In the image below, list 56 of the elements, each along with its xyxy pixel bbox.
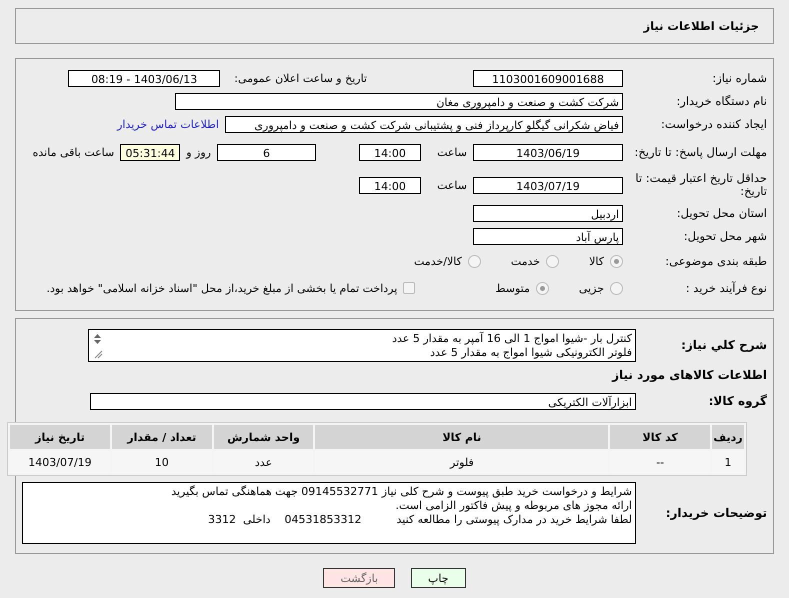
field-label: مهلت ارسال پاسخ: تا تاریخ:: [633, 146, 767, 158]
buyer-notes-field[interactable]: شرایط و درخواست خرید طبق پیوست و شرح کلی نیاز 09145532771 جهت هماهنگی تماس بگیرید ارائه مجوز های مربوطه و پیش فاکتور الزامی است. لطفا شرایط خرید در مدارک پیوستی را مطالعه کنید 04531853312 داخلی 3312: [22, 482, 636, 544]
field-label: توضیحات خریدار:: [664, 506, 767, 520]
radio-button[interactable]: [546, 254, 560, 268]
field-label: ایجاد کننده درخواست:: [660, 118, 767, 130]
radio-button[interactable]: [610, 254, 623, 268]
time-field: 14:00: [359, 176, 421, 194]
remaining-time-field: 05:31:44: [120, 144, 180, 160]
scroll-arrows-icon[interactable]: [91, 332, 104, 360]
field-label: طبقه بندی موضوعی:: [664, 254, 767, 268]
goods-group-field: ابزارآلات الکتریکی: [90, 392, 636, 410]
field-label: استان محل تحویل:: [676, 206, 767, 220]
field-label: تاریخ و ساعت اعلان عمومی:: [234, 72, 367, 84]
column-header: نام کالا: [315, 425, 608, 449]
print-button[interactable]: چاپ: [411, 568, 466, 588]
column-header: واحد شمارش: [214, 425, 314, 449]
announce-date-field: 1403/06/13 - 08:19: [68, 70, 220, 86]
field-label: شهر محل تحویل:: [682, 230, 767, 242]
field-label: گروه کالا:: [708, 394, 767, 408]
contact-link[interactable]: اطلاعات تماس خریدار: [117, 118, 219, 130]
radio-option[interactable]: جزیی: [578, 282, 623, 294]
checkbox[interactable]: [403, 282, 416, 294]
page-title: جزئیات اطلاعات نیاز: [643, 19, 759, 33]
back-button[interactable]: بازگشت: [323, 568, 396, 588]
days-field: 6: [217, 144, 316, 160]
radio-option[interactable]: خدمت: [510, 254, 560, 268]
radio-option[interactable]: متوسط: [495, 282, 549, 294]
date-field: 1403/07/19: [473, 176, 623, 194]
need-number-field: 1103001609001688: [473, 70, 623, 86]
field-label: نوع فرآیند خرید :: [684, 282, 767, 294]
column-header: تاریخ نیاز: [10, 425, 110, 449]
field-label: روز و: [186, 146, 211, 158]
province-field: اردبیل: [473, 204, 623, 222]
field-label: شرح کلي نياز:: [680, 339, 767, 352]
field-label: ساعت باقی مانده: [32, 146, 114, 158]
buyer-name-field: شرکت کشت و صنعت و دامپروری مغان: [175, 92, 623, 110]
field-label: حداقل تاریخ اعتبار قیمت: تا تاریخ:: [634, 172, 767, 198]
field-label: شماره نیاز:: [711, 72, 767, 84]
column-header: تعداد / مقدار: [112, 425, 212, 449]
field-label: ساعت: [436, 146, 467, 158]
column-header: کد کالا: [610, 425, 710, 449]
description-field[interactable]: کنترل بار -شیوا امواج 1 الی 16 آمپر به مقدار 5 عدد فلوتر الکترونیکی شیوا امواج به مقدار 5 عدد: [88, 329, 636, 362]
field-label: ساعت: [436, 178, 467, 192]
time-field: 14:00: [359, 144, 421, 160]
date-field: 1403/06/19: [473, 144, 623, 160]
payment-checkbox-option[interactable]: پرداخت تمام یا بخشی از مبلغ خرید،از محل "اسناد خزانه اسلامی" خواهد بود.: [46, 282, 416, 294]
radio-button[interactable]: [536, 282, 549, 294]
section-heading: اطلاعات کالاهای مورد نیاز: [610, 368, 767, 382]
radio-button[interactable]: [468, 254, 481, 268]
city-field: پارس آباد: [473, 228, 623, 244]
field-label: نام دستگاه خریدار:: [675, 94, 767, 108]
radio-button[interactable]: [610, 282, 623, 294]
radio-option[interactable]: کالا: [589, 254, 623, 268]
column-header: ردیف: [712, 425, 744, 449]
radio-option[interactable]: کالا/خدمت: [414, 254, 481, 268]
requester-field: فیاض شکرانی گیگلو کارپرداز فنی و پشتیبانی شرکت کشت و صنعت و دامپروری: [225, 116, 623, 132]
